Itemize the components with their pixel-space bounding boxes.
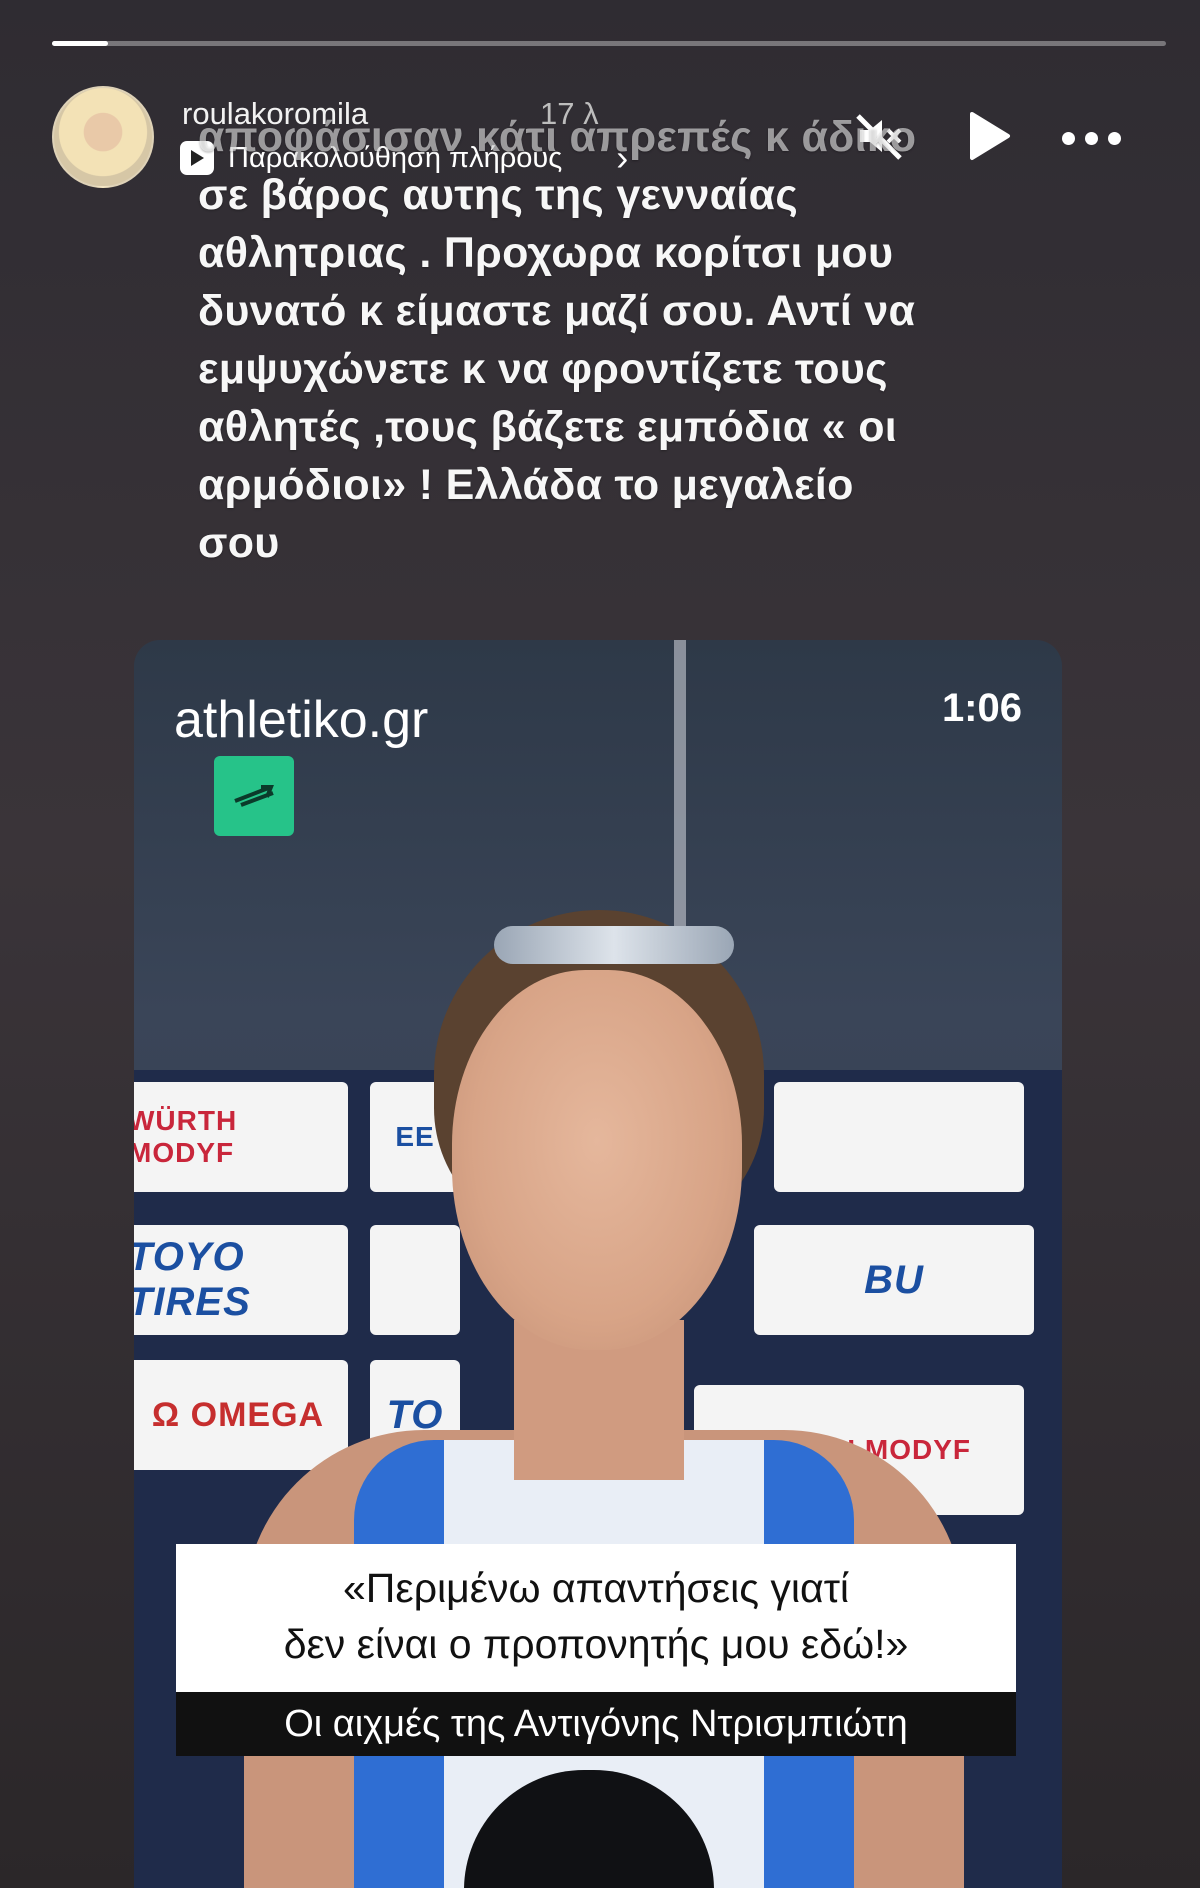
sponsor-right-1 xyxy=(774,1082,1024,1192)
background-pillar xyxy=(674,640,686,940)
sponsor-omega: Ω OMEGA xyxy=(134,1360,348,1470)
sponsor-toyo: TOYO TIRES xyxy=(134,1225,348,1335)
story-progress-fill xyxy=(52,41,108,46)
caption-line: σε βάρος αυτης της γενναίας xyxy=(198,171,799,219)
sponsor-bu: BU xyxy=(754,1225,1034,1335)
embedded-video[interactable]: WÜRTH MODYF EE TOYO TIRES BU Ω OMEGA TO … xyxy=(134,640,1062,1888)
caption-line: αθλητριας . Προχωρα κορίτσι μου xyxy=(198,229,894,277)
caption-line: εμψυχώνετε κ να φροντίζετε τους xyxy=(198,345,888,393)
sponsor-wurth: WÜRTH MODYF xyxy=(134,1082,348,1192)
video-subtitle: «Περιμένω απαντήσεις γιατί δεν είναι ο π… xyxy=(176,1544,1016,1692)
story-caption: αποφάσισαν κάτι απρεπές κ άδικο σε βάρος… xyxy=(198,108,1078,572)
caption-line: σου xyxy=(198,519,280,567)
caption-line: δυνατό κ είμαστε μαζί σου. Αντί να xyxy=(198,287,916,335)
subtitle-line-2: δεν είναι ο προπονητής μου εδώ!» xyxy=(283,1621,909,1667)
caption-line: αθλητές ,τους βάζετε εμπόδια « οι xyxy=(198,403,898,451)
video-duration: 1:06 xyxy=(941,686,1022,730)
caption-line: αρμόδιοι» ! Ελλάδα το μεγαλείο xyxy=(198,461,854,509)
caption-line: αποφάσισαν κάτι απρεπές κ άδικο xyxy=(198,113,917,161)
video-brand: athletiko.gr xyxy=(174,691,429,749)
sponsor-middle xyxy=(370,1225,460,1335)
story-progress-bar xyxy=(52,41,1166,46)
brand-logo-icon xyxy=(214,756,294,836)
video-headline: Οι αιχμές της Αντιγόνης Ντρισμπιώτη xyxy=(176,1692,1016,1756)
sunglasses xyxy=(494,926,734,964)
subtitle-line-1: «Περιμένω απαντήσεις γιατί xyxy=(343,1565,849,1611)
avatar[interactable] xyxy=(52,86,154,188)
athlete-face xyxy=(452,970,742,1350)
